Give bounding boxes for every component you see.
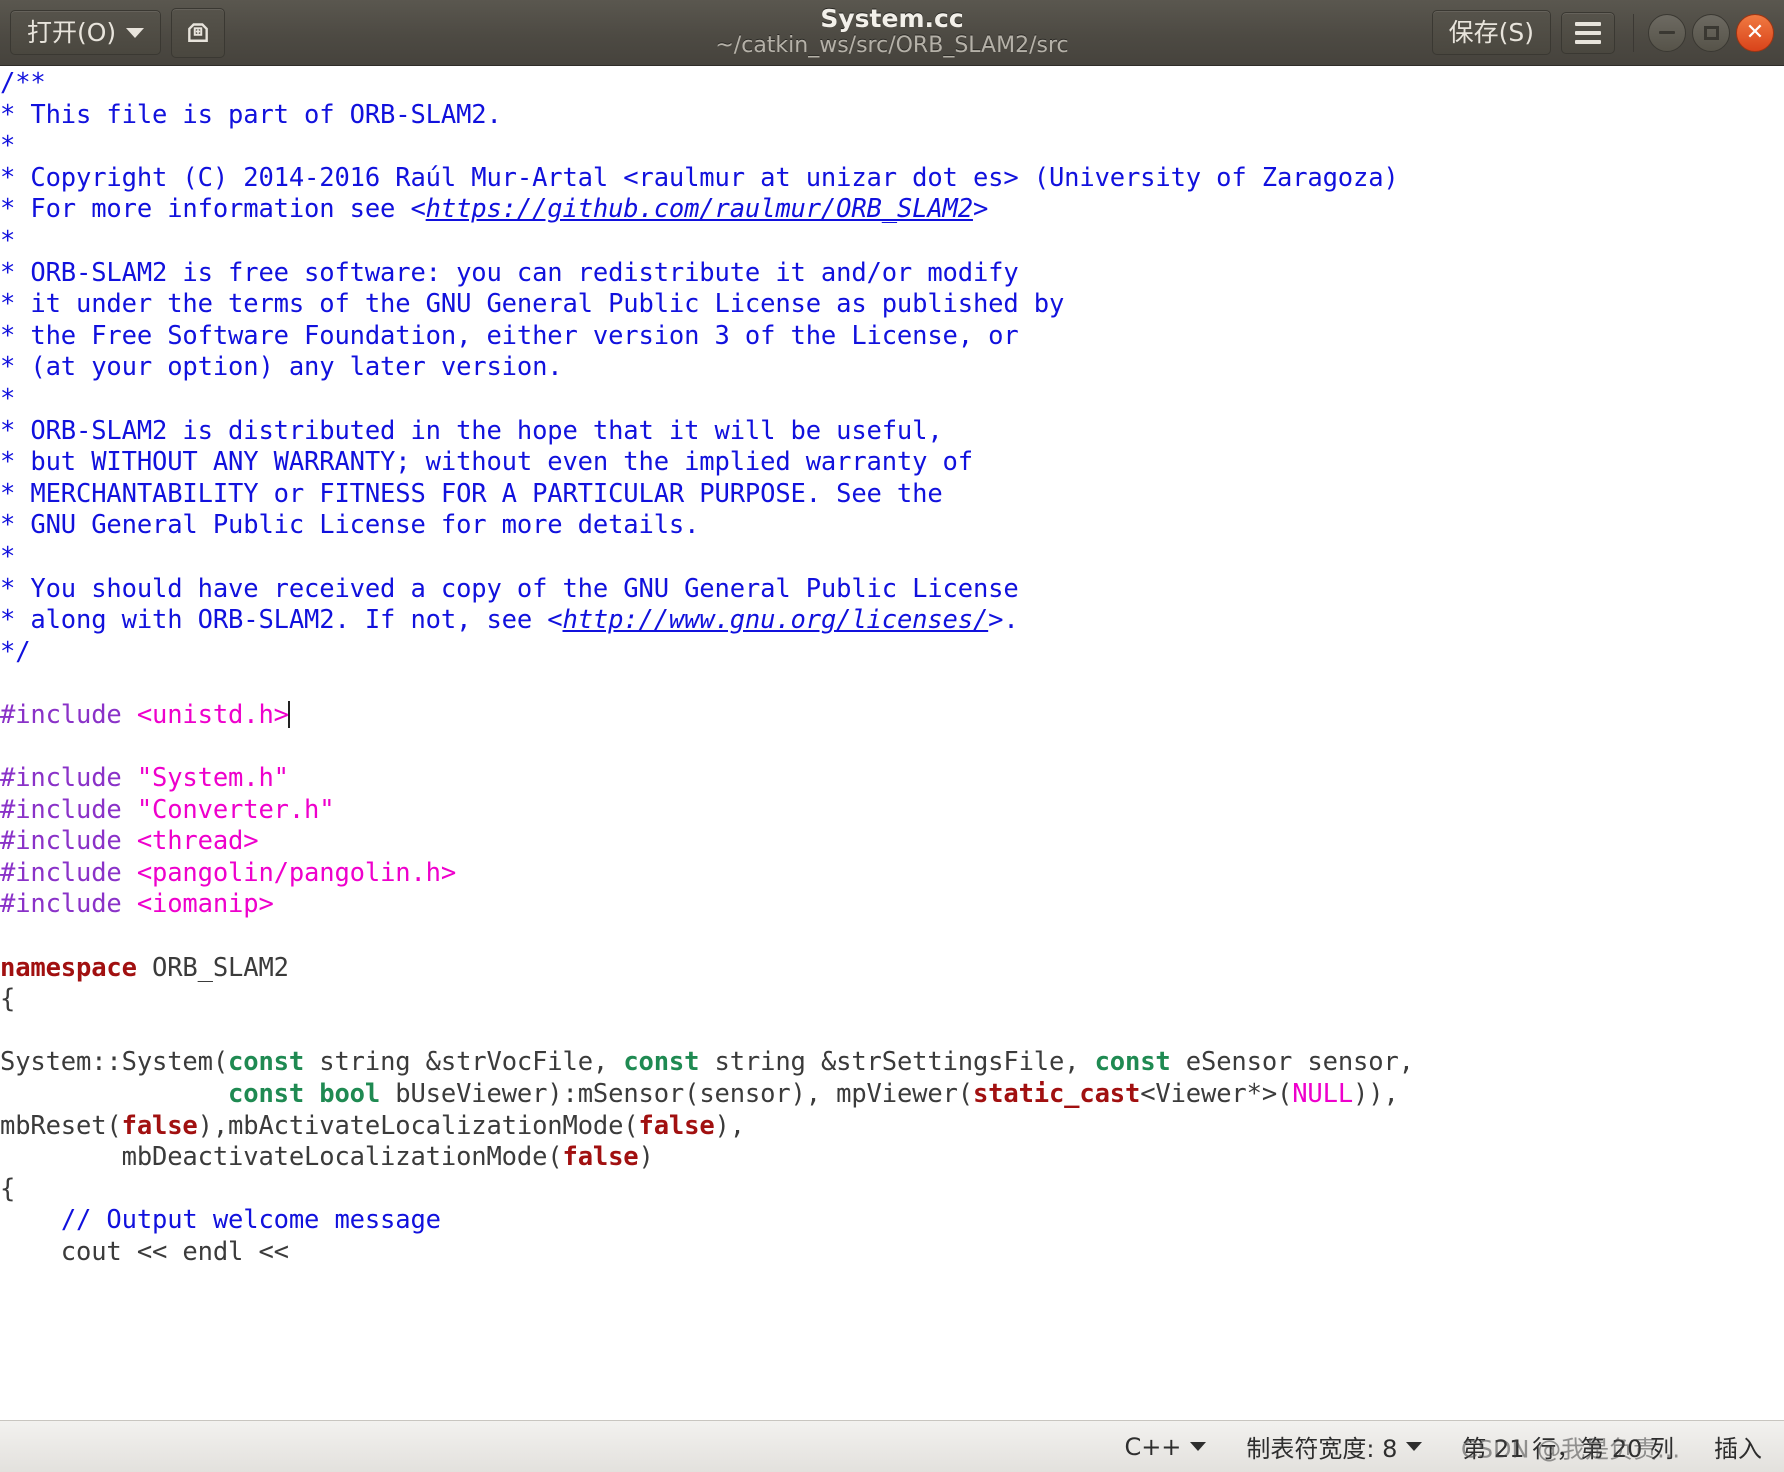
keyword-static-cast: static_cast (972, 1079, 1141, 1109)
open-file-button[interactable]: 打开(O) (10, 10, 162, 55)
code-identifier: ),mbActivateLocalizationMode( (197, 1110, 639, 1141)
code-identifier: cout << endl << (60, 1236, 289, 1267)
save-as-icon (185, 18, 211, 48)
preprocessor-directive: #include (0, 763, 137, 794)
literal-false: false (562, 1142, 639, 1173)
keyword-const: const (228, 1079, 305, 1109)
include-header-name: <iomanip> (136, 889, 274, 920)
hamburger-menu-icon (1575, 21, 1601, 44)
titlebar-left-group: 打开(O) (10, 7, 226, 58)
keyword-const: const (623, 1047, 700, 1078)
minimize-icon (1659, 31, 1675, 34)
language-label: C++ (1124, 1432, 1182, 1461)
code-identifier: string &strVocFile, (304, 1047, 624, 1078)
code-identifier: string &strSettingsFile, (699, 1047, 1095, 1078)
preprocessor-directive: #include (0, 889, 137, 920)
close-button[interactable]: ✕ (1736, 13, 1774, 52)
insert-mode-indicator[interactable]: 插入 (1714, 1429, 1762, 1464)
preprocessor-directive: #include (0, 699, 137, 730)
tab-width-selector[interactable]: 制表符宽度: 8 (1246, 1429, 1423, 1464)
code-identifier: bUseViewer):mSensor(sensor), mpViewer( (380, 1079, 973, 1109)
code-line-comment: // Output welcome message (60, 1205, 441, 1236)
text-editor-area[interactable]: /** * This file is part of ORB-SLAM2. * … (0, 66, 1784, 1420)
keyword-const: const (228, 1047, 305, 1078)
file-path-subtitle: ~/catkin_ws/src/ORB_SLAM2/src (715, 32, 1069, 58)
language-selector[interactable]: C++ (1124, 1432, 1207, 1461)
page-title: System.cc (820, 3, 964, 33)
save-button[interactable]: 保存(S) (1431, 10, 1551, 55)
open-file-button-label: 打开(O) (27, 18, 117, 47)
preprocessor-directive: #include (0, 857, 137, 888)
main-menu-button[interactable] (1561, 11, 1615, 54)
literal-false: false (121, 1110, 198, 1141)
include-header-name: <pangolin/pangolin.h> (136, 857, 457, 888)
include-header-name: "System.h" (136, 763, 289, 794)
tab-width-label: 制表符宽度: 8 (1246, 1435, 1398, 1463)
gedit-window: 打开(O) System.cc ~/catkin_ws/src/ORB_SLAM… (0, 0, 1784, 1472)
save-as-button[interactable] (171, 7, 226, 58)
titlebar-right-group: 保存(S) ✕ (1431, 10, 1774, 55)
save-button-label: 保存(S) (1448, 18, 1534, 47)
code-identifier: <Viewer*>( (1140, 1079, 1293, 1109)
text-cursor (287, 700, 290, 728)
chevron-down-icon (1406, 1442, 1423, 1451)
preprocessor-directive: #include (0, 794, 137, 825)
window-controls: ✕ (1633, 13, 1774, 52)
minimize-button[interactable] (1648, 13, 1686, 52)
keyword-bool: bool (319, 1079, 381, 1109)
maximize-button[interactable] (1692, 13, 1730, 52)
cursor-position-indicator: 第 21 行，第 20 列 (1462, 1429, 1674, 1464)
status-bar: C++ 制表符宽度: 8 第 21 行，第 20 列 插入 CSDN @我是负责… (0, 1420, 1784, 1472)
preprocessor-directive: #include (0, 826, 137, 857)
keyword-namespace: namespace (0, 952, 137, 983)
include-header-name: "Converter.h" (136, 794, 335, 825)
code-line-comment: > * * ORB-SLAM2 is free software: you ca… (0, 194, 1065, 636)
include-header-name: <unistd.h> (136, 699, 289, 730)
code-identifier (304, 1079, 319, 1109)
chevron-down-icon (1190, 1442, 1207, 1451)
insert-mode-label: 插入 (1714, 1435, 1762, 1463)
gnu-license-url-link[interactable]: http://www.gnu.org/licenses/ (563, 605, 989, 635)
github-url-link[interactable]: https://github.com/raulmur/ORB_SLAM2 (426, 194, 973, 224)
maximize-icon (1703, 25, 1719, 40)
keyword-const: const (1094, 1047, 1171, 1078)
close-icon: ✕ (1745, 19, 1765, 45)
cursor-position-label: 第 21 行，第 20 列 (1462, 1435, 1674, 1463)
chevron-down-icon (126, 27, 145, 38)
literal-null: NULL (1292, 1079, 1354, 1109)
source-code-view[interactable]: /** * This file is part of ORB-SLAM2. * … (0, 66, 1784, 1269)
literal-false: false (638, 1110, 715, 1141)
include-header-name: <thread> (136, 826, 259, 857)
title-bar: 打开(O) System.cc ~/catkin_ws/src/ORB_SLAM… (0, 0, 1784, 66)
